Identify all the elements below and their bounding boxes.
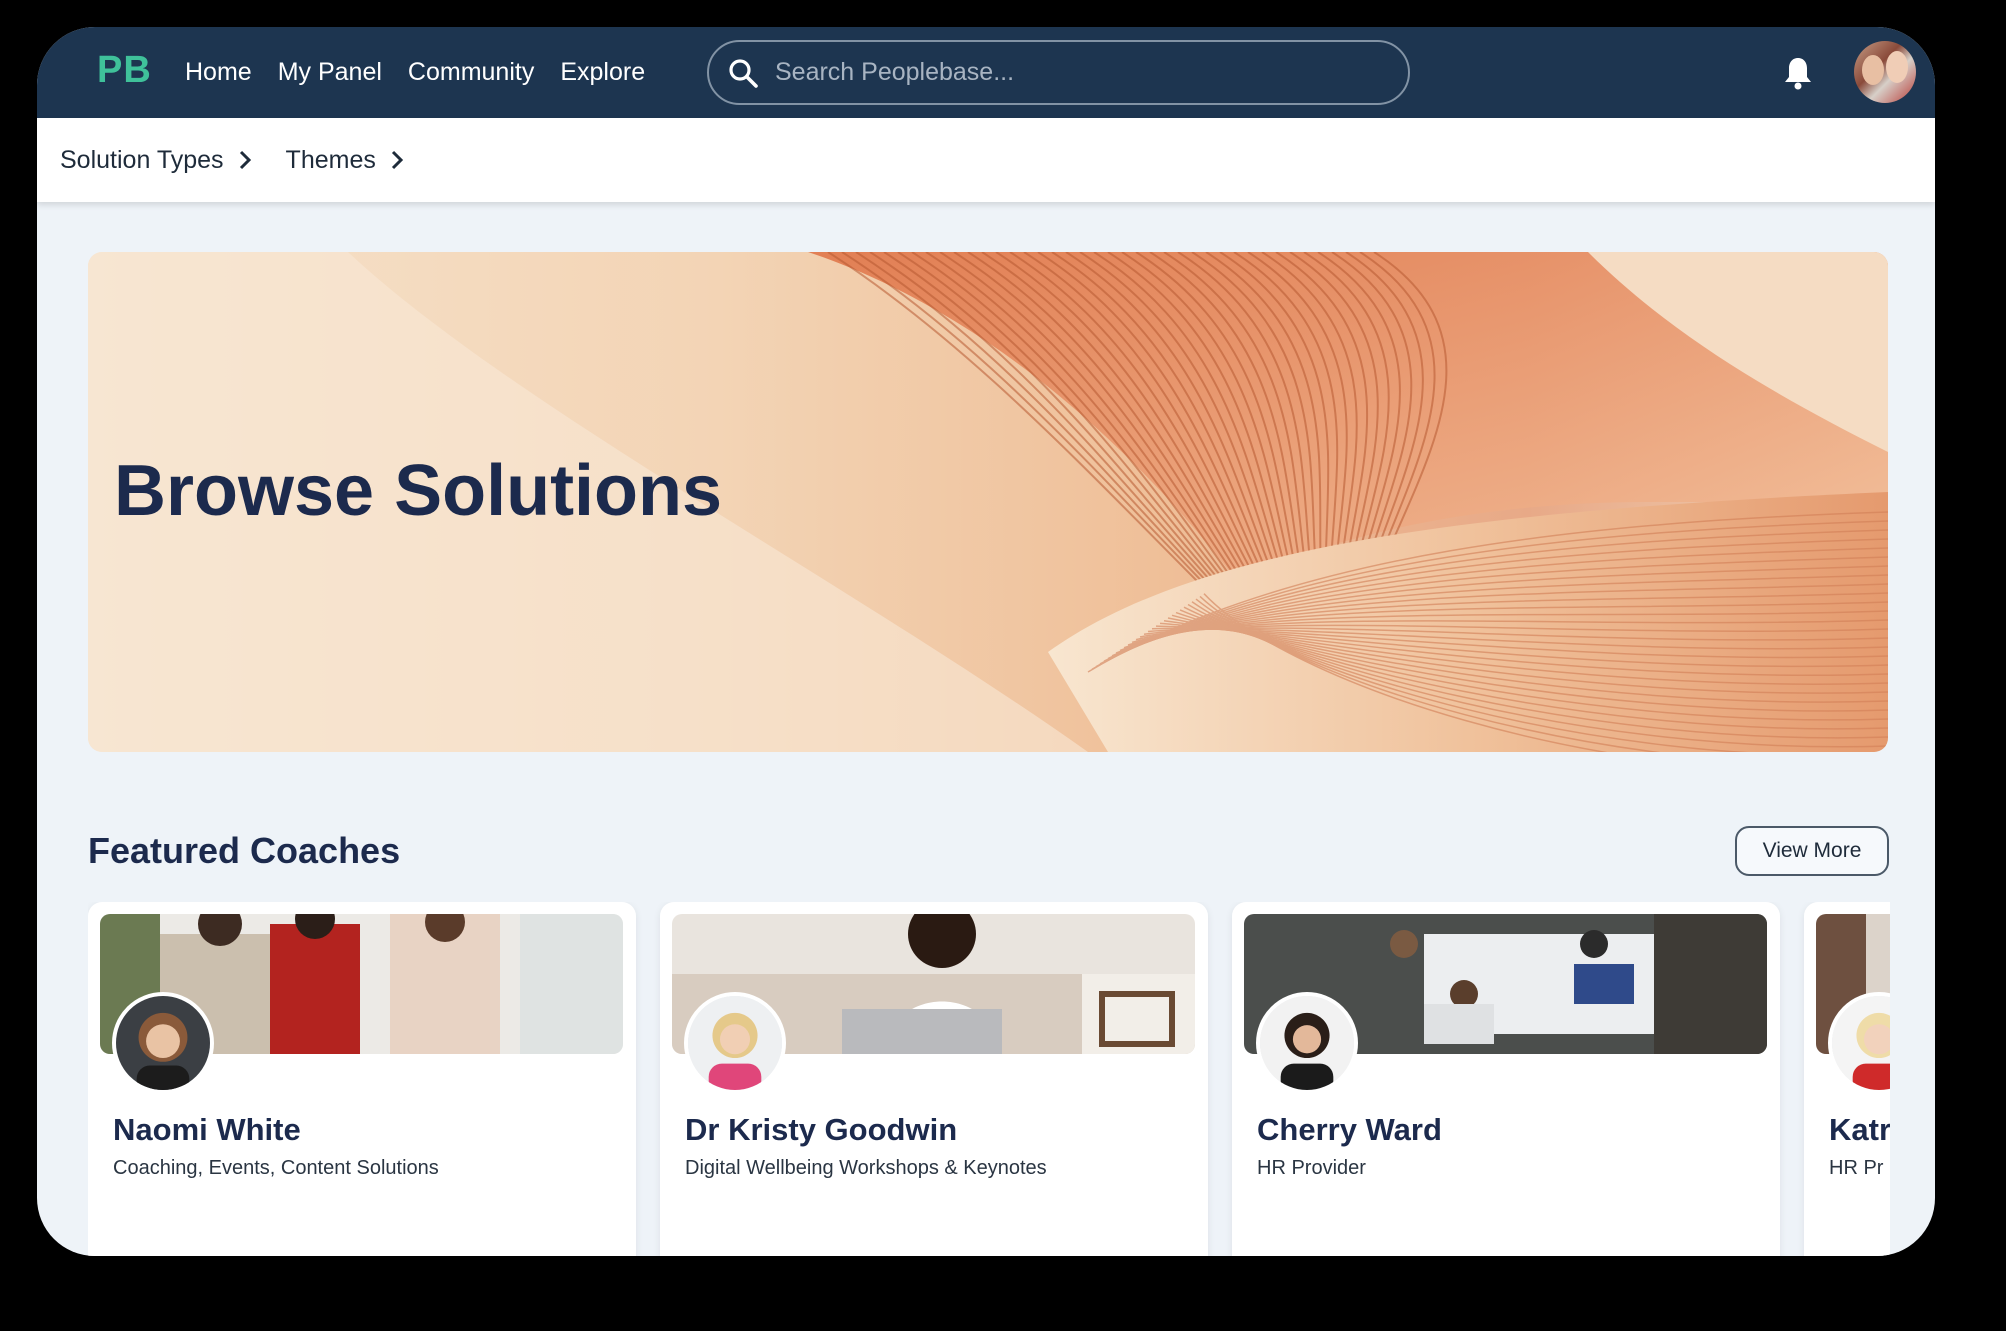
- coach-description: Digital Wellbeing Workshops & Keynotes: [685, 1157, 1047, 1179]
- hero-banner: Browse Solutions: [88, 252, 1888, 752]
- breadcrumb-label: Themes: [285, 145, 376, 174]
- peoplebase-logo[interactable]: PB: [97, 49, 152, 92]
- coach-card-katr[interactable]: Katr HR Pr: [1804, 902, 1890, 1256]
- coach-card-kristy-goodwin[interactable]: Dr Kristy Goodwin Digital Wellbeing Work…: [660, 902, 1208, 1256]
- notification-bell-icon[interactable]: [1782, 55, 1814, 91]
- app-window: PB Home My Panel Community Explore Solut…: [37, 27, 1935, 1256]
- coach-card-naomi-white[interactable]: Naomi White Coaching, Events, Content So…: [88, 902, 636, 1256]
- search-input[interactable]: [775, 58, 1375, 87]
- breadcrumb-themes[interactable]: Themes: [286, 146, 404, 175]
- search-box[interactable]: [707, 40, 1410, 105]
- coach-avatar: [1256, 992, 1358, 1094]
- nav-link-home[interactable]: Home: [185, 58, 252, 87]
- chevron-right-icon: [391, 150, 403, 170]
- featured-coaches-heading: Featured Coaches: [88, 830, 401, 871]
- coach-description: HR Pr: [1829, 1157, 1884, 1179]
- coach-name: Katr: [1829, 1112, 1890, 1147]
- coach-description: HR Provider: [1257, 1157, 1366, 1179]
- view-more-button[interactable]: View More: [1735, 826, 1889, 876]
- coach-avatar: [684, 992, 786, 1094]
- nav-link-community[interactable]: Community: [408, 58, 534, 87]
- coach-cards-row: Naomi White Coaching, Events, Content So…: [88, 902, 1890, 1256]
- chevron-right-icon: [239, 150, 251, 170]
- breadcrumb-solution-types[interactable]: Solution Types: [60, 146, 252, 175]
- coach-name: Cherry Ward: [1257, 1112, 1442, 1147]
- hero-title: Browse Solutions: [114, 451, 723, 531]
- top-navigation-bar: PB Home My Panel Community Explore: [37, 27, 1935, 118]
- coach-avatar: [112, 992, 214, 1094]
- nav-link-explore[interactable]: Explore: [560, 58, 645, 87]
- nav-link-my-panel[interactable]: My Panel: [278, 58, 382, 87]
- user-avatar[interactable]: [1854, 41, 1916, 103]
- breadcrumb-bar: Solution Types Themes: [37, 118, 1935, 202]
- coach-description: Coaching, Events, Content Solutions: [113, 1157, 439, 1179]
- breadcrumb-label: Solution Types: [60, 145, 224, 174]
- coach-card-cherry-ward[interactable]: Cherry Ward HR Provider: [1232, 902, 1780, 1256]
- nav-links: Home My Panel Community Explore: [185, 27, 671, 118]
- coach-name: Naomi White: [113, 1112, 301, 1147]
- search-icon: [729, 58, 758, 88]
- coach-name: Dr Kristy Goodwin: [685, 1112, 958, 1147]
